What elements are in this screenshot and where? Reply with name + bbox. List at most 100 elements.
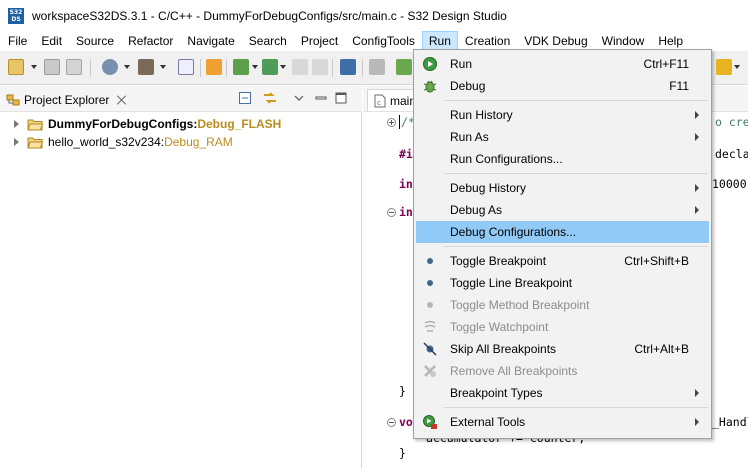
code-line: } xyxy=(399,446,406,460)
menu-item-label: External Tools xyxy=(450,415,526,429)
project-explorer-view: Project Explorer DummyForDebugConfigs: D… xyxy=(0,86,362,468)
window-title: workspaceS32DS.3.1 - C/C++ - DummyForDeb… xyxy=(32,8,507,23)
tree-item-project[interactable]: hello_world_s32v234: Debug_RAM xyxy=(0,132,233,152)
menu-item-skip-all-breakpoints[interactable]: Skip All Breakpoints Ctrl+Alt+B xyxy=(416,338,709,360)
fold-expand-icon[interactable] xyxy=(387,118,396,127)
menu-edit[interactable]: Edit xyxy=(34,31,69,51)
toolbar-separator xyxy=(362,59,363,77)
menu-vdk-debug[interactable]: VDK Debug xyxy=(517,31,594,51)
submenu-arrow-icon xyxy=(695,389,699,397)
title-bar: S32 DS workspaceS32DS.3.1 - C/C++ - Dumm… xyxy=(0,0,748,31)
menu-item-label: Toggle Watchpoint xyxy=(450,320,549,334)
config-tools-dropdown-icon[interactable] xyxy=(252,65,258,69)
menu-item-run-configurations[interactable]: Run Configurations... xyxy=(416,148,709,170)
menu-configtools[interactable]: ConfigTools xyxy=(345,31,422,51)
project-explorer-header: Project Explorer xyxy=(0,86,362,112)
menu-item-shortcut: Ctrl+F11 xyxy=(643,57,689,71)
menu-separator xyxy=(444,173,708,174)
house-icon[interactable] xyxy=(369,59,385,75)
menu-item-remove-all-breakpoints[interactable]: Remove All Breakpoints xyxy=(416,360,709,382)
menu-item-toggle-watchpoint[interactable]: Toggle Watchpoint xyxy=(416,316,709,338)
app-logo-icon: S32 DS xyxy=(8,7,24,24)
menu-item-run-as[interactable]: Run As xyxy=(416,126,709,148)
project-explorer-tab[interactable]: Project Explorer xyxy=(6,91,127,109)
fold-collapse-icon[interactable] xyxy=(387,418,396,427)
settings-dropdown-icon[interactable] xyxy=(124,65,130,69)
expand-arrow-icon[interactable] xyxy=(14,120,19,128)
menu-project[interactable]: Project xyxy=(294,31,345,51)
menu-item-run-history[interactable]: Run History xyxy=(416,104,709,126)
menu-item-label: Toggle Method Breakpoint xyxy=(450,298,590,312)
terminal-icon[interactable] xyxy=(262,59,278,75)
menu-item-debug-as[interactable]: Debug As xyxy=(416,199,709,221)
menu-item-breakpoint-types[interactable]: Breakpoint Types xyxy=(416,382,709,404)
menu-item-debug-configurations[interactable]: Debug Configurations... xyxy=(416,221,709,243)
external-tool-dropdown-icon[interactable] xyxy=(734,65,740,69)
menu-window[interactable]: Window xyxy=(595,31,652,51)
menu-file[interactable]: File xyxy=(0,31,34,51)
project-folder-icon xyxy=(27,136,44,149)
menu-item-label: Debug Configurations... xyxy=(450,225,577,239)
close-icon[interactable] xyxy=(117,95,127,105)
toolbar-separator xyxy=(332,59,333,77)
debug-bug-icon[interactable] xyxy=(396,59,412,75)
external-tool-toolbar-icon[interactable] xyxy=(716,59,732,75)
breakpoint-icon xyxy=(422,253,438,269)
menu-run[interactable]: Run xyxy=(421,31,458,51)
build-dropdown-icon[interactable] xyxy=(160,65,166,69)
c-file-icon: c xyxy=(374,94,386,107)
menu-item-label: Skip All Breakpoints xyxy=(450,342,557,356)
code-line: vo xyxy=(399,415,413,429)
maximize-icon[interactable] xyxy=(334,91,348,105)
menu-navigate[interactable]: Navigate xyxy=(180,31,241,51)
save-all-icon[interactable] xyxy=(66,59,82,75)
collapse-all-icon[interactable] xyxy=(238,91,252,105)
remove-breakpoints-icon xyxy=(422,363,438,379)
minimize-icon[interactable] xyxy=(314,91,328,105)
forward-icon[interactable] xyxy=(312,59,328,75)
binary-icon[interactable] xyxy=(178,59,194,75)
fold-collapse-icon[interactable] xyxy=(387,208,396,217)
app-logo-text-top: S32 xyxy=(9,8,23,16)
menu-item-shortcut: F11 xyxy=(669,79,689,93)
skip-breakpoints-toolbar-icon[interactable] xyxy=(340,59,356,75)
menu-item-debug-history[interactable]: Debug History xyxy=(416,177,709,199)
menu-separator xyxy=(444,407,708,408)
menu-item-toggle-breakpoint[interactable]: Toggle Breakpoint Ctrl+Shift+B xyxy=(416,250,709,272)
settings-gear-icon[interactable] xyxy=(102,59,118,75)
new-dropdown-icon[interactable] xyxy=(31,65,37,69)
project-build-config: Debug_RAM xyxy=(164,135,233,149)
menu-help[interactable]: Help xyxy=(651,31,690,51)
expand-arrow-icon[interactable] xyxy=(14,138,19,146)
menu-bar: File Edit Source Refactor Navigate Searc… xyxy=(0,31,748,51)
menu-item-run[interactable]: Run Ctrl+F11 xyxy=(416,53,709,75)
watchpoint-icon xyxy=(422,319,438,335)
back-icon[interactable] xyxy=(292,59,308,75)
line-breakpoint-icon xyxy=(422,275,438,291)
run-icon xyxy=(422,56,438,72)
submenu-arrow-icon xyxy=(695,206,699,214)
menu-item-label: Debug xyxy=(450,79,486,93)
menu-item-label: Remove All Breakpoints xyxy=(450,364,578,378)
menu-creation[interactable]: Creation xyxy=(458,31,517,51)
menu-item-toggle-method-breakpoint[interactable]: Toggle Method Breakpoint xyxy=(416,294,709,316)
new-icon[interactable] xyxy=(8,59,24,75)
build-hammer-icon[interactable] xyxy=(138,59,154,75)
view-menu-icon[interactable] xyxy=(292,91,306,105)
tree-item-project[interactable]: DummyForDebugConfigs: Debug_FLASH xyxy=(0,114,281,134)
terminal-dropdown-icon[interactable] xyxy=(280,65,286,69)
config-tools-icon[interactable] xyxy=(233,59,249,75)
project-explorer-tab-label: Project Explorer xyxy=(24,93,110,107)
debug-icon xyxy=(422,78,438,94)
menu-source[interactable]: Source xyxy=(69,31,121,51)
new-project-icon[interactable] xyxy=(206,59,222,75)
menu-refactor[interactable]: Refactor xyxy=(121,31,180,51)
project-folder-icon xyxy=(27,118,44,131)
menu-item-label: Toggle Breakpoint xyxy=(450,254,547,268)
link-with-editor-icon[interactable] xyxy=(262,91,276,105)
menu-search[interactable]: Search xyxy=(242,31,294,51)
menu-item-external-tools[interactable]: External Tools xyxy=(416,411,709,433)
save-icon[interactable] xyxy=(44,59,60,75)
menu-item-toggle-line-breakpoint[interactable]: Toggle Line Breakpoint xyxy=(416,272,709,294)
menu-item-debug[interactable]: Debug F11 xyxy=(416,75,709,97)
